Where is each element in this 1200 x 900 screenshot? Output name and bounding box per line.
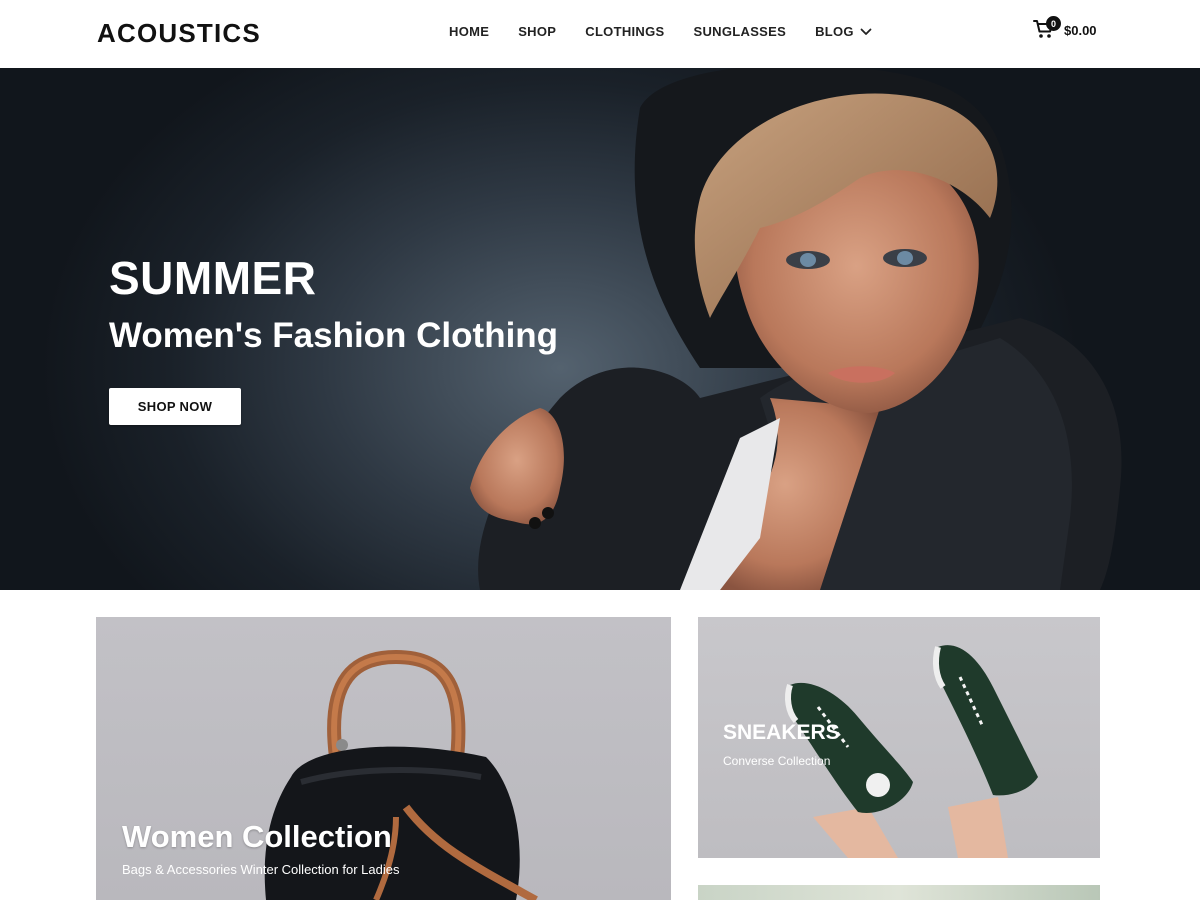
nav-item-clothings[interactable]: CLOTHINGS bbox=[585, 24, 664, 39]
card-title: Women Collection bbox=[122, 819, 392, 854]
nav-item-sunglasses[interactable]: SUNGLASSES bbox=[694, 24, 787, 39]
hero-subtitle: Women's Fashion Clothing bbox=[109, 316, 559, 355]
nav-item-shop[interactable]: SHOP bbox=[518, 24, 556, 39]
site-header: ACOUSTICS HOME SHOP CLOTHINGS SUNGLASSES… bbox=[0, 0, 1200, 68]
nav-item-label: SHOP bbox=[518, 24, 557, 39]
nav-item-blog[interactable]: BLOG bbox=[815, 24, 872, 39]
nav-item-label: BLOG bbox=[815, 24, 854, 39]
cart-button[interactable]: 0 $0.00 bbox=[1033, 16, 1097, 40]
cart-count-badge: 0 bbox=[1046, 16, 1061, 31]
nav-item-home[interactable]: HOME bbox=[449, 24, 489, 39]
site-logo[interactable]: ACOUSTICS bbox=[97, 18, 261, 49]
nav-item-label: HOME bbox=[449, 24, 490, 39]
hero-title: SUMMER bbox=[109, 252, 317, 304]
shop-now-button[interactable]: SHOP NOW bbox=[109, 388, 241, 425]
nav-item-label: SUNGLASSES bbox=[693, 24, 787, 39]
nav-item-label: CLOTHINGS bbox=[585, 24, 665, 39]
hero-banner: SUMMER Women's Fashion Clothing SHOP NOW bbox=[0, 68, 1200, 590]
card-subtitle: Converse Collection bbox=[723, 754, 831, 768]
card-title: SNEAKERS bbox=[723, 721, 840, 744]
cart-icon: 0 bbox=[1033, 16, 1061, 40]
collection-card-partial[interactable] bbox=[698, 885, 1100, 900]
bag-image bbox=[264, 649, 538, 900]
sneakers-card[interactable]: SNEAKERS Converse Collection bbox=[698, 617, 1100, 858]
cart-total: $0.00 bbox=[1064, 23, 1097, 38]
main-nav: HOME SHOP CLOTHINGS SUNGLASSES BLOG bbox=[449, 24, 872, 39]
card-subtitle: Bags & Accessories Winter Collection for… bbox=[122, 862, 400, 877]
women-collection-card[interactable]: Women Collection Bags & Accessories Wint… bbox=[96, 617, 671, 900]
chevron-down-icon[interactable] bbox=[860, 26, 872, 38]
